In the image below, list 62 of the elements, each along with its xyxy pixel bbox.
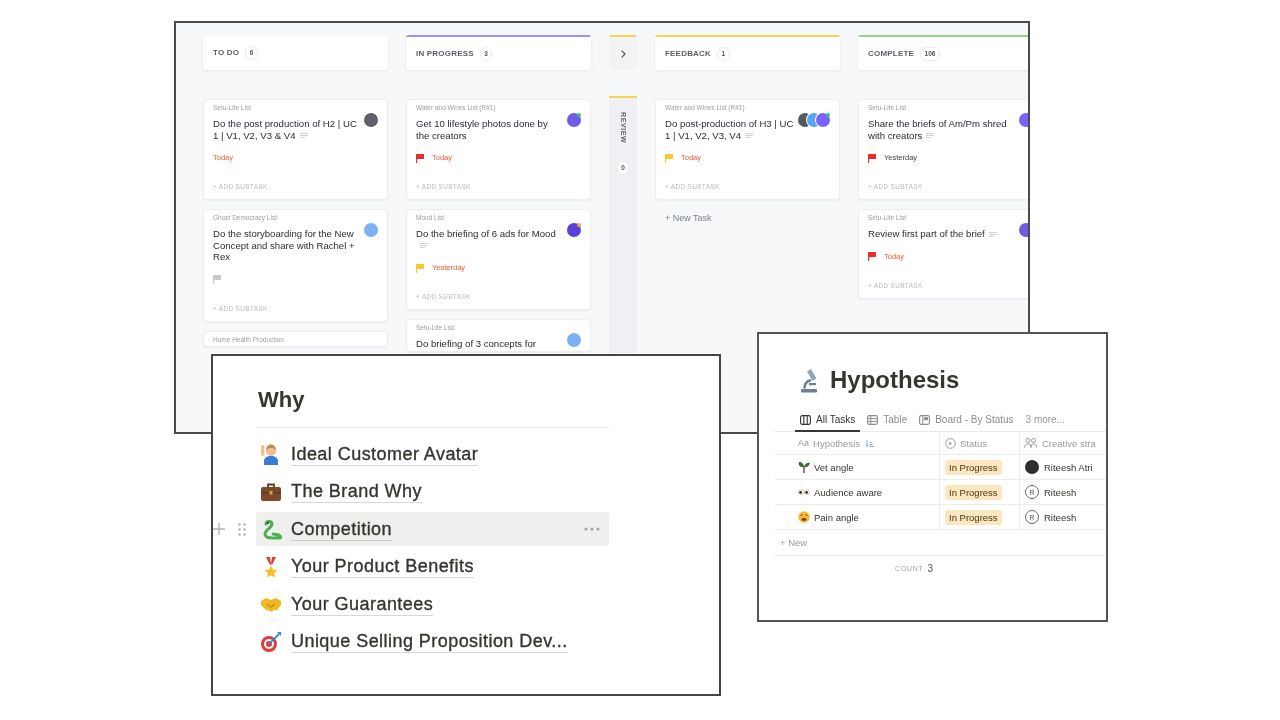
chevron-right-icon[interactable] xyxy=(620,49,626,58)
status-tag: In Progress xyxy=(945,459,1002,475)
view-tab[interactable]: Board - By Status xyxy=(914,408,1019,431)
board-icon xyxy=(919,414,931,425)
page-link[interactable]: Your Product Benefits xyxy=(291,555,474,578)
status-tag: In Progress xyxy=(945,509,1002,525)
page-row[interactable]: Unique Selling Proposition Dev... xyxy=(256,624,609,659)
more-icon[interactable] xyxy=(584,527,600,531)
drag-handle-icon[interactable] xyxy=(238,522,246,536)
row-title[interactable]: Audience aware xyxy=(814,486,883,498)
column-title: IN PROGRESS xyxy=(416,48,474,59)
text-type-icon: Aa xyxy=(798,438,809,448)
page-link[interactable]: Unique Selling Proposition Dev... xyxy=(291,630,568,653)
avatar-icon xyxy=(1025,460,1039,474)
page-link[interactable]: Competition xyxy=(291,517,392,541)
page-link[interactable]: The Brand Why xyxy=(291,480,422,503)
task-title[interactable]: Do post-production of H3 | UC 1 | V1, V2, V3, V4 xyxy=(665,118,794,141)
task-title[interactable]: Do the briefing of 6 ads for Mood xyxy=(416,228,563,251)
table-icon xyxy=(867,414,879,425)
table-icon xyxy=(800,414,811,425)
column-title: FEEDBACK xyxy=(665,48,712,59)
face-icon xyxy=(798,511,810,523)
flag-icon[interactable] xyxy=(868,153,876,163)
eyes-icon xyxy=(798,489,810,495)
row-title[interactable]: Vet angle xyxy=(814,461,854,473)
person-name: Riteesh Atri xyxy=(1044,461,1093,473)
avatar-icon[interactable] xyxy=(364,113,378,127)
page-title: Why xyxy=(258,386,305,414)
status-tag: In Progress xyxy=(945,484,1002,500)
plant-icon xyxy=(798,461,810,473)
avatar-icon[interactable] xyxy=(567,113,581,127)
task-title[interactable]: Get 10 lifestyle photos done by the creators xyxy=(416,118,563,141)
people-icon xyxy=(1024,438,1037,448)
database-title: Hypothesis xyxy=(830,367,960,393)
avatar-icon[interactable] xyxy=(567,223,581,237)
avatar-icon[interactable] xyxy=(816,113,830,127)
task-title[interactable]: Share the briefs of Am/Pm shred with creators xyxy=(868,118,1015,141)
page-row[interactable]: Your Product Benefits xyxy=(256,549,609,584)
flag-icon[interactable] xyxy=(416,153,424,163)
view-tab[interactable]: Table xyxy=(862,408,913,431)
page-row[interactable]: Ideal Customer Avatar xyxy=(256,437,609,471)
sort-icon[interactable] xyxy=(866,439,874,447)
column-title: TO DO xyxy=(213,47,240,58)
count-value: 3 xyxy=(927,563,933,574)
person-name: Riteesh xyxy=(1044,486,1077,498)
page-link[interactable]: Your Guarantees xyxy=(291,592,434,616)
task-title[interactable]: Do the post production of H2 | UC 1 | V1, V2, V3 & V4 xyxy=(213,118,360,141)
row-title[interactable]: Pain angle xyxy=(814,511,859,523)
new-task-button[interactable]: + New Task xyxy=(665,212,712,224)
page-row[interactable]: The Brand Why xyxy=(256,474,609,509)
microscope-icon xyxy=(800,367,818,393)
page-link[interactable]: Ideal Customer Avatar xyxy=(291,442,479,466)
task-title[interactable]: Do briefing of 3 concepts for xyxy=(416,338,563,350)
flag-icon[interactable] xyxy=(868,252,876,261)
task-title[interactable]: Do the storyboarding for the New Concept and share with Rachel + Rex xyxy=(213,228,360,263)
page-row[interactable]: Your Guarantees xyxy=(256,587,609,621)
status-icon xyxy=(945,437,956,449)
person-name: Riteesh xyxy=(1044,511,1077,523)
column-title: COMPLETE xyxy=(868,48,915,59)
target-icon xyxy=(260,630,282,653)
view-tab[interactable]: All Tasks xyxy=(795,409,861,432)
task-title[interactable]: Review first part of the brief xyxy=(868,228,1015,240)
